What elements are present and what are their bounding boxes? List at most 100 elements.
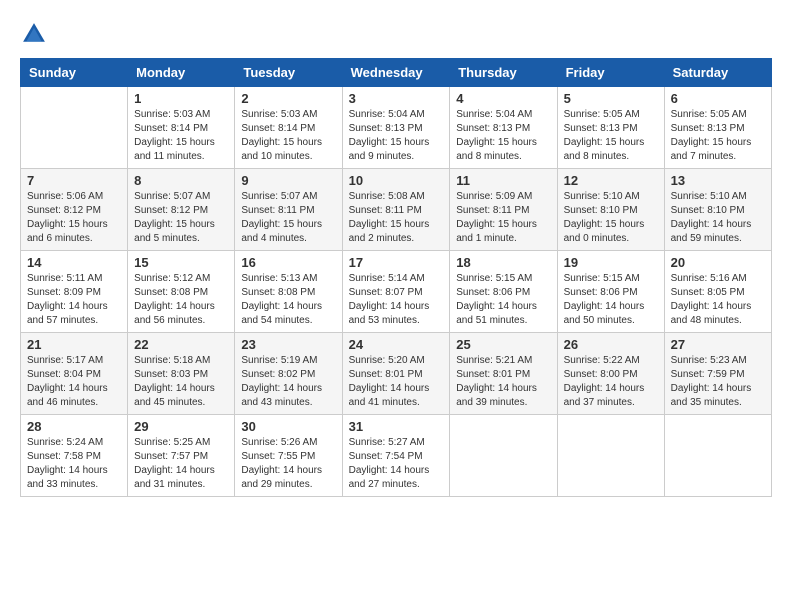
day-number: 8 (134, 173, 228, 188)
day-number: 2 (241, 91, 335, 106)
calendar-header-row: SundayMondayTuesdayWednesdayThursdayFrid… (21, 59, 772, 87)
calendar-week-row: 21 Sunrise: 5:17 AM Sunset: 8:04 PM Dayli… (21, 333, 772, 415)
day-info: Sunrise: 5:21 AM Sunset: 8:01 PM Dayligh… (456, 354, 550, 410)
calendar-week-row: 7 Sunrise: 5:06 AM Sunset: 8:12 PM Daylig… (21, 169, 772, 251)
day-number: 3 (349, 91, 444, 106)
day-info: Sunrise: 5:05 AM Sunset: 8:13 PM Dayligh… (564, 108, 658, 164)
logo (20, 20, 52, 48)
calendar-cell: 27Sunrise: 5:23 AM Sunset: 7:59 PM Dayli… (664, 333, 771, 415)
day-info: Sunrise: 5:03 AM Sunset: 8:14 PM Dayligh… (241, 108, 335, 164)
day-of-week-header: Wednesday (342, 59, 450, 87)
day-number: 14 (27, 255, 121, 270)
calendar-cell: 26 Sunrise: 5:22 AM Sunset: 8:00 PM Dayli… (557, 333, 664, 415)
day-number: 16 (241, 255, 335, 270)
day-info: Sunrise: 5:03 AM Sunset: 8:14 PM Dayligh… (134, 108, 228, 164)
day-number: 23 (241, 337, 335, 352)
calendar-cell: 31Sunrise: 5:27 AM Sunset: 7:54 PM Dayli… (342, 415, 450, 497)
calendar-cell: 16 Sunrise: 5:13 AM Sunset: 8:08 PM Dayli… (235, 251, 342, 333)
day-of-week-header: Tuesday (235, 59, 342, 87)
calendar-week-row: 14 Sunrise: 5:11 AM Sunset: 8:09 PM Dayli… (21, 251, 772, 333)
day-info: Sunrise: 5:27 AM Sunset: 7:54 PM Dayligh… (349, 436, 444, 492)
day-info: Sunrise: 5:15 AM Sunset: 8:06 PM Dayligh… (564, 272, 658, 328)
calendar-cell: 15Sunrise: 5:12 AM Sunset: 8:08 PM Dayli… (128, 251, 235, 333)
day-number: 22 (134, 337, 228, 352)
calendar-cell: 10Sunrise: 5:08 AM Sunset: 8:11 PM Dayli… (342, 169, 450, 251)
day-info: Sunrise: 5:10 AM Sunset: 8:10 PM Dayligh… (671, 190, 765, 246)
calendar-cell (450, 415, 557, 497)
calendar-cell: 8 Sunrise: 5:07 AM Sunset: 8:12 PM Daylig… (128, 169, 235, 251)
day-number: 5 (564, 91, 658, 106)
calendar-cell: 1Sunrise: 5:03 AM Sunset: 8:14 PM Daylig… (128, 87, 235, 169)
day-info: Sunrise: 5:24 AM Sunset: 7:58 PM Dayligh… (27, 436, 121, 492)
calendar-cell: 14 Sunrise: 5:11 AM Sunset: 8:09 PM Dayli… (21, 251, 128, 333)
day-info: Sunrise: 5:12 AM Sunset: 8:08 PM Dayligh… (134, 272, 228, 328)
day-of-week-header: Thursday (450, 59, 557, 87)
calendar-cell: 4Sunrise: 5:04 AM Sunset: 8:13 PM Daylig… (450, 87, 557, 169)
calendar-cell: 24Sunrise: 5:20 AM Sunset: 8:01 PM Dayli… (342, 333, 450, 415)
day-number: 30 (241, 419, 335, 434)
day-info: Sunrise: 5:25 AM Sunset: 7:57 PM Dayligh… (134, 436, 228, 492)
day-info: Sunrise: 5:04 AM Sunset: 8:13 PM Dayligh… (349, 108, 444, 164)
day-number: 25 (456, 337, 550, 352)
day-number: 20 (671, 255, 765, 270)
calendar-cell: 3 Sunrise: 5:04 AM Sunset: 8:13 PM Daylig… (342, 87, 450, 169)
day-number: 29 (134, 419, 228, 434)
day-info: Sunrise: 5:11 AM Sunset: 8:09 PM Dayligh… (27, 272, 121, 328)
day-info: Sunrise: 5:23 AM Sunset: 7:59 PM Dayligh… (671, 354, 765, 410)
day-number: 9 (241, 173, 335, 188)
calendar-cell: 9Sunrise: 5:07 AM Sunset: 8:11 PM Daylig… (235, 169, 342, 251)
day-number: 10 (349, 173, 444, 188)
calendar-cell: 28 Sunrise: 5:24 AM Sunset: 7:58 PM Dayli… (21, 415, 128, 497)
page-header (20, 20, 772, 48)
day-of-week-header: Saturday (664, 59, 771, 87)
day-number: 7 (27, 173, 121, 188)
day-info: Sunrise: 5:16 AM Sunset: 8:05 PM Dayligh… (671, 272, 765, 328)
calendar-cell: 13Sunrise: 5:10 AM Sunset: 8:10 PM Dayli… (664, 169, 771, 251)
day-number: 12 (564, 173, 658, 188)
calendar-cell: 11 Sunrise: 5:09 AM Sunset: 8:11 PM Dayli… (450, 169, 557, 251)
day-number: 6 (671, 91, 765, 106)
day-number: 26 (564, 337, 658, 352)
day-info: Sunrise: 5:07 AM Sunset: 8:12 PM Dayligh… (134, 190, 228, 246)
day-info: Sunrise: 5:22 AM Sunset: 8:00 PM Dayligh… (564, 354, 658, 410)
day-number: 28 (27, 419, 121, 434)
day-info: Sunrise: 5:13 AM Sunset: 8:08 PM Dayligh… (241, 272, 335, 328)
day-info: Sunrise: 5:18 AM Sunset: 8:03 PM Dayligh… (134, 354, 228, 410)
day-number: 18 (456, 255, 550, 270)
day-number: 4 (456, 91, 550, 106)
calendar-cell: 21 Sunrise: 5:17 AM Sunset: 8:04 PM Dayli… (21, 333, 128, 415)
calendar-week-row: 1Sunrise: 5:03 AM Sunset: 8:14 PM Daylig… (21, 87, 772, 169)
calendar-cell: 29 Sunrise: 5:25 AM Sunset: 7:57 PM Dayli… (128, 415, 235, 497)
calendar-cell: 30 Sunrise: 5:26 AM Sunset: 7:55 PM Dayli… (235, 415, 342, 497)
calendar-cell: 17 Sunrise: 5:14 AM Sunset: 8:07 PM Dayli… (342, 251, 450, 333)
day-number: 21 (27, 337, 121, 352)
calendar-cell: 18Sunrise: 5:15 AM Sunset: 8:06 PM Dayli… (450, 251, 557, 333)
day-of-week-header: Sunday (21, 59, 128, 87)
calendar-cell: 20 Sunrise: 5:16 AM Sunset: 8:05 PM Dayli… (664, 251, 771, 333)
calendar-cell: 6Sunrise: 5:05 AM Sunset: 8:13 PM Daylig… (664, 87, 771, 169)
day-of-week-header: Monday (128, 59, 235, 87)
day-info: Sunrise: 5:17 AM Sunset: 8:04 PM Dayligh… (27, 354, 121, 410)
day-info: Sunrise: 5:14 AM Sunset: 8:07 PM Dayligh… (349, 272, 444, 328)
calendar-cell: 25 Sunrise: 5:21 AM Sunset: 8:01 PM Dayli… (450, 333, 557, 415)
calendar-cell (21, 87, 128, 169)
calendar-cell (664, 415, 771, 497)
calendar-cell (557, 415, 664, 497)
day-number: 11 (456, 173, 550, 188)
day-of-week-header: Friday (557, 59, 664, 87)
calendar-cell: 19 Sunrise: 5:15 AM Sunset: 8:06 PM Dayli… (557, 251, 664, 333)
calendar-cell: 12 Sunrise: 5:10 AM Sunset: 8:10 PM Dayli… (557, 169, 664, 251)
day-info: Sunrise: 5:09 AM Sunset: 8:11 PM Dayligh… (456, 190, 550, 246)
day-number: 19 (564, 255, 658, 270)
day-info: Sunrise: 5:20 AM Sunset: 8:01 PM Dayligh… (349, 354, 444, 410)
logo-icon (20, 20, 48, 48)
calendar-cell: 2 Sunrise: 5:03 AM Sunset: 8:14 PM Daylig… (235, 87, 342, 169)
day-number: 17 (349, 255, 444, 270)
day-info: Sunrise: 5:06 AM Sunset: 8:12 PM Dayligh… (27, 190, 121, 246)
day-info: Sunrise: 5:10 AM Sunset: 8:10 PM Dayligh… (564, 190, 658, 246)
day-info: Sunrise: 5:26 AM Sunset: 7:55 PM Dayligh… (241, 436, 335, 492)
day-info: Sunrise: 5:19 AM Sunset: 8:02 PM Dayligh… (241, 354, 335, 410)
calendar-cell: 5 Sunrise: 5:05 AM Sunset: 8:13 PM Daylig… (557, 87, 664, 169)
calendar-cell: 23 Sunrise: 5:19 AM Sunset: 8:02 PM Dayli… (235, 333, 342, 415)
calendar-cell: 7 Sunrise: 5:06 AM Sunset: 8:12 PM Daylig… (21, 169, 128, 251)
